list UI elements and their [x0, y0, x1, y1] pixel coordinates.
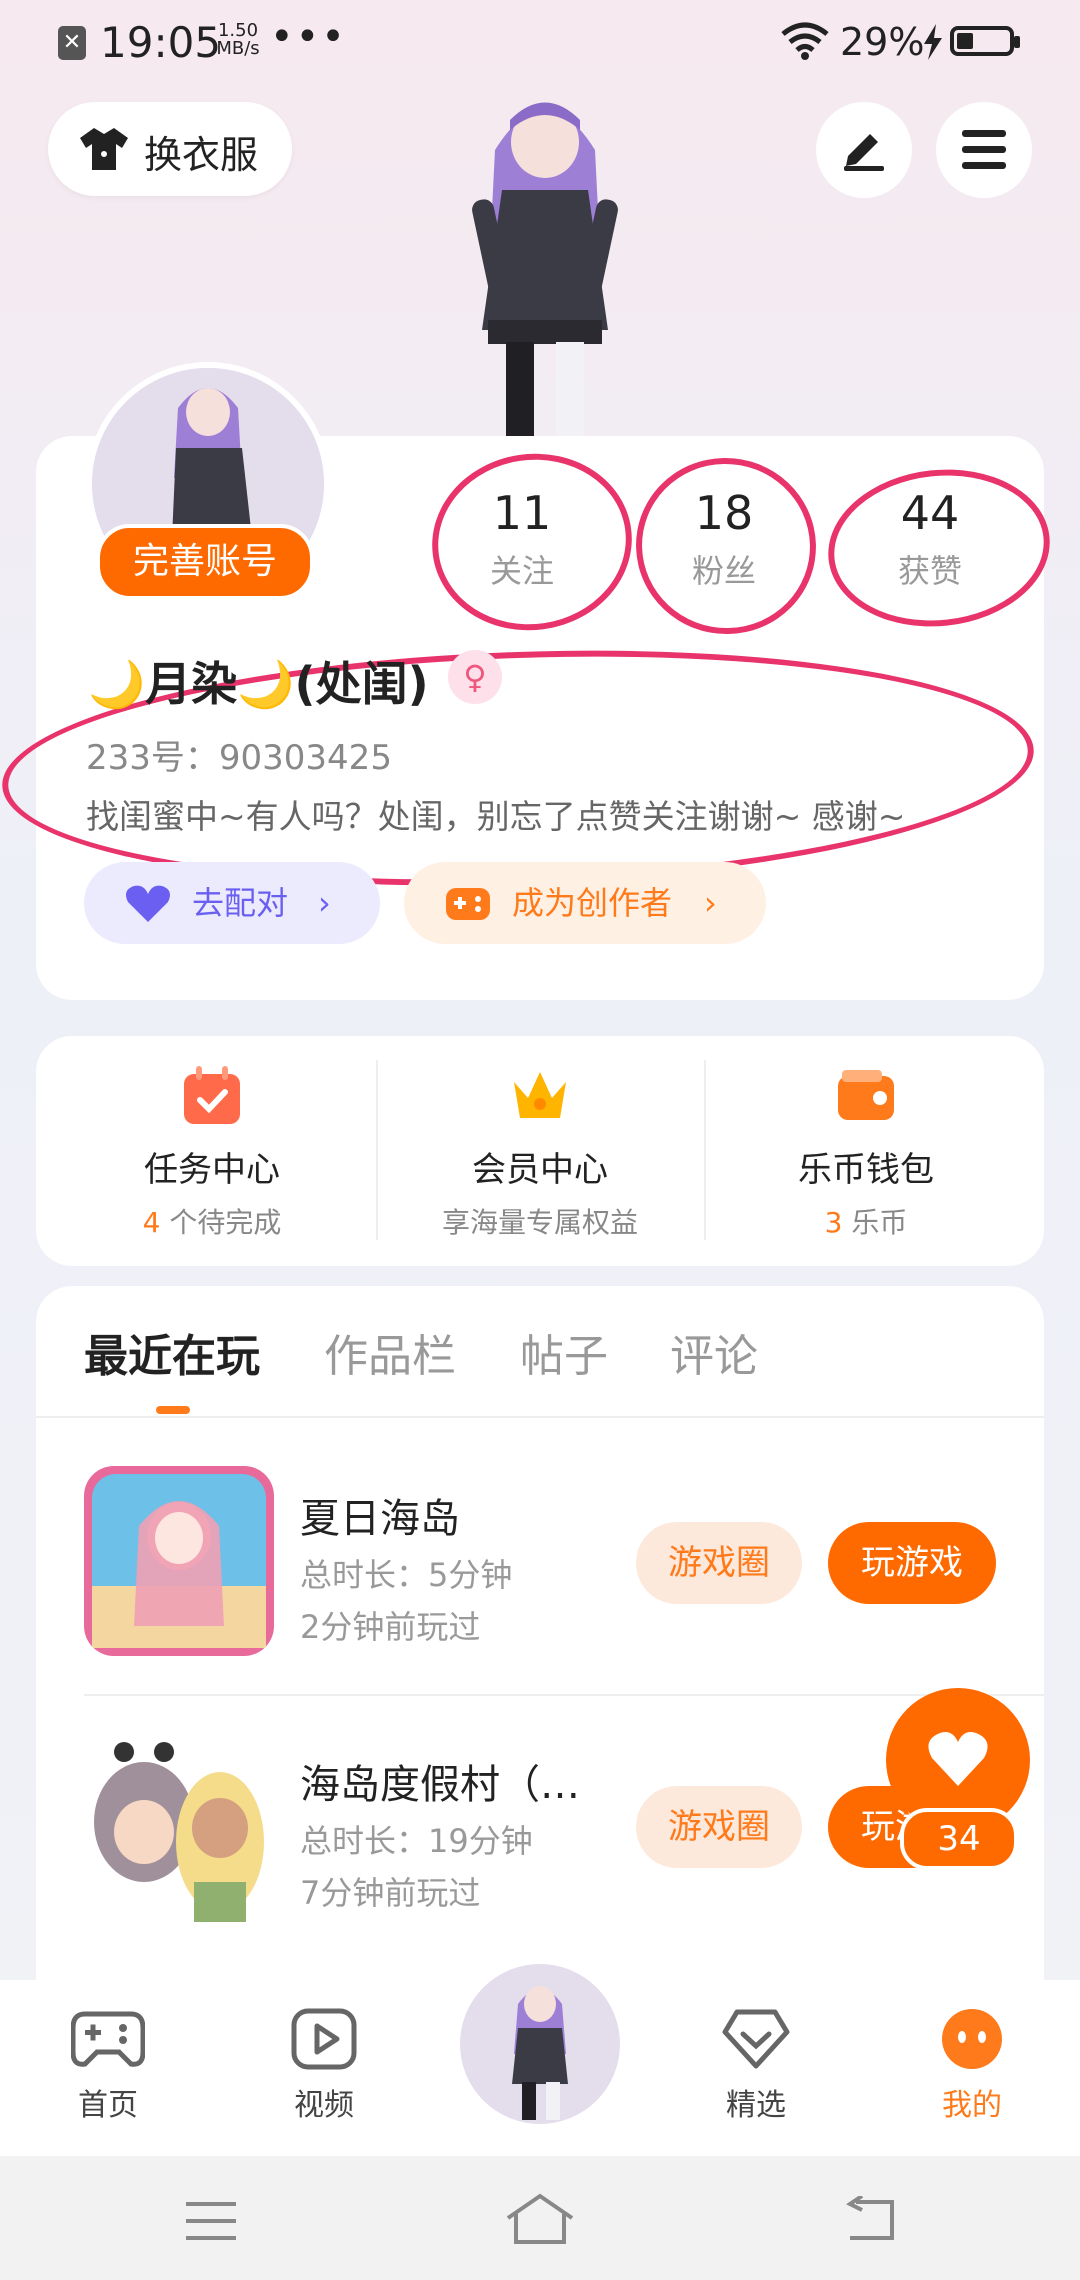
crown-icon [514, 1072, 566, 1118]
profile-face-icon [942, 2009, 1002, 2069]
content-card [36, 1286, 1044, 2046]
wallet-icon [838, 1070, 894, 1120]
tab-posts[interactable]: 帖子 [520, 1320, 608, 1384]
pair-label: 去配对 [192, 884, 289, 922]
bottom-nav: 首页 视频 精选 我的 [0, 1958, 1080, 2156]
edit-button[interactable] [816, 102, 912, 198]
status-bar: ✕ 19:05 1.50 MB/s ••• 29% [0, 0, 1080, 86]
outfit-label: 换衣服 [144, 133, 259, 177]
vip-center[interactable]: 会员中心 享海量专属权益 [380, 1064, 700, 1241]
task-center-title: 任务中心 [144, 1150, 280, 1190]
pair-button[interactable]: 去配对 › [84, 862, 380, 944]
divider [376, 1060, 378, 1240]
creator-label: 成为创作者 [512, 884, 673, 922]
list-item[interactable]: 夏日海岛 总时长：5分钟 2分钟前玩过 游戏圈 玩游戏 [84, 1466, 1044, 1666]
nav-home-label: 首页 [78, 2088, 138, 2123]
game-last-played: 7分钟前玩过 [300, 1874, 481, 1912]
female-gender-icon: ♀ [448, 650, 502, 704]
game-circle-button[interactable]: 游戏圈 [636, 1522, 802, 1604]
menu-icon [962, 130, 1006, 169]
center-avatar-button[interactable] [454, 1958, 626, 2130]
shirt-icon [80, 128, 128, 170]
become-creator-button[interactable]: 成为创作者 › [404, 862, 766, 944]
tab-works[interactable]: 作品栏 [324, 1320, 456, 1384]
profile-id: 233号：90303425 [86, 738, 392, 778]
calendar-check-icon [184, 1066, 240, 1124]
complete-account-button[interactable]: 完善账号 [96, 524, 314, 600]
like-count: 34 [900, 1808, 1018, 1870]
play-game-button[interactable]: 玩游戏 [828, 1522, 996, 1604]
coin-wallet[interactable]: 乐币钱包 3 乐币 [706, 1064, 1026, 1241]
status-time: 19:05 [100, 18, 222, 67]
nav-video[interactable]: 视频 [234, 2008, 414, 2124]
recent-apps-icon[interactable] [184, 2200, 238, 2242]
nav-mine-label: 我的 [942, 2088, 1002, 2123]
game-title: 夏日海岛 [300, 1496, 460, 1542]
gamepad-icon [446, 888, 490, 920]
task-center[interactable]: 任务中心 4 个待完成 [52, 1064, 372, 1241]
nav-mine[interactable]: 我的 [882, 2008, 1062, 2124]
coin-wallet-sub: 3 乐币 [824, 1206, 908, 1239]
speed-unit: MB/s [216, 38, 260, 59]
game-thumbnail [84, 1732, 274, 1922]
outfit-button[interactable]: 换衣服 [48, 102, 292, 196]
heart-icon [126, 885, 170, 922]
battery-percent: 29% [840, 20, 925, 64]
tab-recently-played[interactable]: 最近在玩 [84, 1320, 260, 1384]
game-circle-button[interactable]: 游戏圈 [636, 1786, 802, 1868]
system-nav-bar [0, 2156, 1080, 2280]
profile-bio: 找闺蜜中~有人吗？处闺，别忘了点赞关注谢谢~ 感谢~ [86, 797, 906, 836]
vip-center-title: 会员中心 [472, 1150, 608, 1190]
more-status-icon: ••• [270, 14, 347, 60]
wifi-icon [781, 22, 829, 60]
coin-wallet-title: 乐币钱包 [798, 1150, 934, 1190]
game-last-played: 2分钟前玩过 [300, 1608, 481, 1646]
avatar-character[interactable] [440, 80, 650, 440]
vip-center-sub: 享海量专属权益 [441, 1206, 638, 1239]
battery-icon [950, 26, 1020, 56]
home-icon[interactable] [504, 2192, 576, 2246]
divider [36, 1416, 1044, 1418]
chevron-right-icon: › [704, 884, 717, 922]
notification-icon: ✕ [58, 26, 86, 60]
divider [84, 1694, 1044, 1696]
nav-home[interactable]: 首页 [18, 2008, 198, 2124]
active-tab-indicator [156, 1406, 190, 1414]
task-center-sub: 4 个待完成 [142, 1206, 282, 1239]
back-icon[interactable] [842, 2196, 896, 2242]
gamepad-icon [70, 2011, 146, 2067]
heart-shield-icon [722, 2009, 790, 2069]
game-thumbnail [84, 1466, 274, 1656]
game-duration: 总时长：19分钟 [300, 1822, 533, 1860]
nav-featured-label: 精选 [726, 2088, 786, 2123]
nav-video-label: 视频 [294, 2088, 354, 2123]
video-play-icon [291, 2008, 357, 2070]
avatar [460, 1964, 620, 2124]
game-duration: 总时长：5分钟 [300, 1556, 513, 1594]
charging-icon [924, 24, 942, 60]
tab-comments[interactable]: 评论 [670, 1320, 758, 1384]
network-speed: 1.50 MB/s [214, 22, 262, 58]
chevron-right-icon: › [318, 884, 331, 922]
menu-button[interactable] [936, 102, 1032, 198]
profile-name: 🌙月染🌙(处闺) [88, 657, 429, 711]
game-title: 海岛度假村（… [300, 1762, 580, 1808]
edit-icon [844, 134, 884, 171]
nav-featured[interactable]: 精选 [666, 2008, 846, 2124]
heart-icon [928, 1732, 988, 1786]
